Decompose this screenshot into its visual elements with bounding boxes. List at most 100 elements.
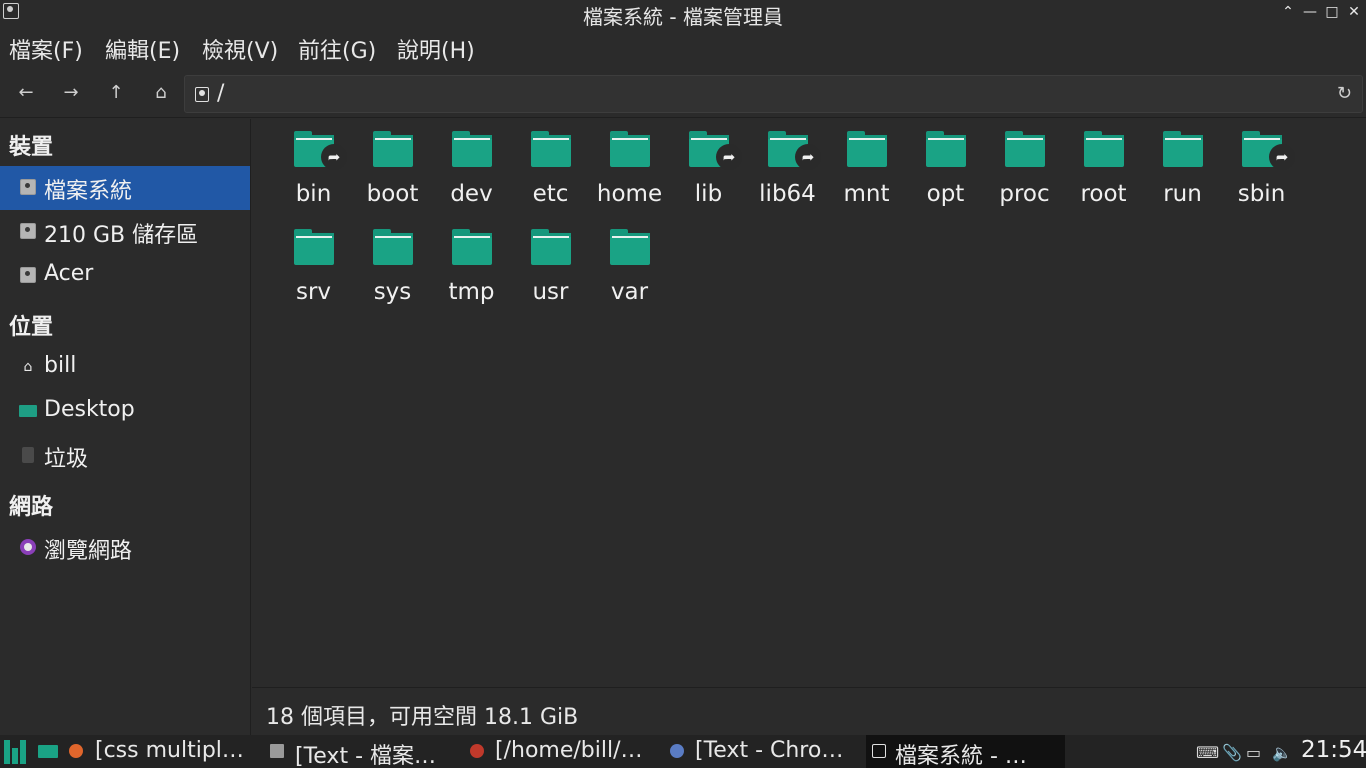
file-item-lib[interactable]: ➦ lib [669,119,748,209]
drive-icon [20,223,36,239]
file-name: dev [450,181,493,207]
keyboard-icon[interactable]: ⌨ [1196,743,1219,762]
file-item-etc[interactable]: etc [511,119,590,209]
file-item-lib64[interactable]: ➦ lib64 [748,119,827,209]
symlink-arrow-icon: ➦ [716,144,742,170]
symlink-arrow-icon: ➦ [1269,144,1295,170]
maximize-button[interactable]: □ [1322,2,1342,22]
file-name: run [1163,181,1202,207]
volume-icon[interactable]: 🔈 [1272,743,1292,762]
file-item-run[interactable]: run [1143,119,1222,209]
file-name: usr [532,279,569,305]
sidebar-item-desktop[interactable]: Desktop [0,390,250,434]
display-icon[interactable]: ▭ [1246,743,1261,762]
drive-icon [20,267,36,283]
show-desktop-button[interactable] [38,735,58,768]
file-item-srv[interactable]: srv [274,217,353,307]
file-item-root[interactable]: root [1064,119,1143,209]
file-item-home[interactable]: home [590,119,669,209]
folder-icon [452,229,492,265]
file-item-proc[interactable]: proc [985,119,1064,209]
taskbar-item-file-manager[interactable]: [Text - 檔案… [266,735,460,768]
folder-icon [531,229,571,265]
start-menu-icon[interactable] [4,740,26,764]
firefox-icon [69,744,83,758]
maximize-up-icon[interactable]: ⌃ [1278,2,1298,22]
sidebar-item-home[interactable]: ⌂ bill [0,346,250,390]
sidebar-item-filesystem[interactable]: 檔案系統 [0,166,250,210]
folder-icon [1084,131,1124,167]
drive-icon [20,179,36,195]
editor-icon [470,744,484,758]
reload-icon[interactable]: ↻ [1337,83,1352,104]
file-name: boot [366,181,419,207]
folder-icon [270,744,284,758]
home-icon[interactable]: ⌂ [150,82,172,104]
sidebar-item-acer[interactable]: Acer [0,254,250,298]
file-item-dev[interactable]: dev [432,119,511,209]
file-name: etc [532,181,569,207]
file-item-usr[interactable]: usr [511,217,590,307]
taskbar-item-label: [/home/bill/… [495,738,643,763]
folder-icon [926,131,966,167]
location-bar[interactable]: / ↻ [184,75,1363,113]
menu-bar: 檔案(F) 編輯(E) 檢視(V) 前往(G) 說明(H) [0,28,1366,70]
sidebar-header-devices: 裝置 [9,135,54,160]
taskbar-item-firefox[interactable]: [css multipl… [66,735,260,768]
file-name: sys [373,279,412,305]
location-path[interactable]: / [217,81,224,106]
folder-icon [610,229,650,265]
chromium-icon [670,744,684,758]
file-item-bin[interactable]: ➦ bin [274,119,353,209]
sidebar-item-trash[interactable]: 垃圾 [0,434,250,478]
file-item-sbin[interactable]: ➦ sbin [1222,119,1301,209]
folder-icon: ➦ [1242,131,1295,170]
forward-arrow-icon[interactable]: → [60,82,82,104]
taskbar-item-filesystem[interactable]: 檔案系統 - … [866,735,1065,768]
taskbar-item-label: [Text - 檔案… [295,744,437,768]
folder-icon: ➦ [294,131,347,170]
taskbar-item-label: [Text - Chro… [695,738,844,763]
sidebar-item-label: bill [44,353,77,378]
sidebar-item-label: 210 GB 儲存區 [44,223,199,248]
file-item-tmp[interactable]: tmp [432,217,511,307]
folder-icon: ➦ [689,131,742,170]
folder-icon [452,131,492,167]
taskbar: [css multipl… [Text - 檔案… [/home/bill/… … [0,735,1366,768]
sidebar-item-browse-network[interactable]: 瀏覽網路 [0,526,250,570]
folder-icon [1163,131,1203,167]
menu-view[interactable]: 檢視(V) [202,33,278,65]
file-item-sys[interactable]: sys [353,217,432,307]
menu-file[interactable]: 檔案(F) [9,33,83,65]
menu-help[interactable]: 說明(H) [397,33,475,65]
file-grid: ➦ bin boot dev etc home ➦ lib ➦ lib64 mnt opt proc ro… [252,119,1366,687]
clock[interactable]: 21:54 [1301,737,1366,763]
menu-go[interactable]: 前往(G) [298,33,376,65]
drive-icon [195,87,209,102]
minimize-button[interactable]: — [1300,2,1320,22]
file-name: tmp [448,279,495,305]
file-name: srv [295,279,332,305]
file-item-boot[interactable]: boot [353,119,432,209]
back-arrow-icon[interactable]: ← [15,82,37,104]
sidebar-item-storage[interactable]: 210 GB 儲存區 [0,210,250,254]
clip-icon[interactable]: 📎 [1222,743,1242,762]
up-arrow-icon[interactable]: ↑ [105,82,127,104]
folder-icon: ➦ [768,131,821,170]
file-item-opt[interactable]: opt [906,119,985,209]
home-icon: ⌂ [23,359,33,375]
taskbar-item-chromium[interactable]: [Text - Chro… [666,735,860,768]
folder-icon [1005,131,1045,167]
folder-icon [373,131,413,167]
file-item-mnt[interactable]: mnt [827,119,906,209]
file-name: bin [295,181,332,207]
sidebar-header-places: 位置 [9,315,54,340]
folder-icon [531,131,571,167]
file-item-var[interactable]: var [590,217,669,307]
menu-edit[interactable]: 編輯(E) [105,33,180,65]
symlink-arrow-icon: ➦ [795,144,821,170]
window-title: 檔案系統 - 檔案管理員 [583,5,783,29]
taskbar-item-editor[interactable]: [/home/bill/… [466,735,660,768]
close-button[interactable]: ✕ [1344,2,1364,22]
file-name: sbin [1237,181,1286,207]
